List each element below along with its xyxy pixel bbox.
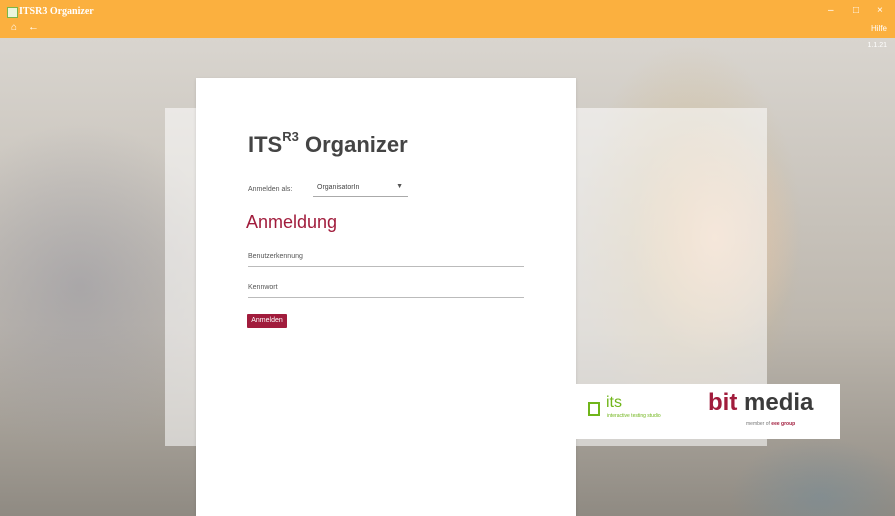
its-logo-tagline: interactive testing studio [607, 413, 661, 419]
chevron-down-icon: ▼ [396, 183, 403, 190]
brand-sup: R3 [282, 129, 299, 144]
bitmedia-member-text: member of [746, 421, 770, 427]
title-bar: ITSR3 Organizer ⌂ ← – □ × Hilfe [0, 0, 895, 38]
brand-rest: Organizer [304, 132, 408, 157]
its-logo-text: its [606, 394, 622, 411]
brand-title: ITSR3 Organizer [248, 129, 408, 158]
bitmedia-logo-media: media [744, 389, 814, 416]
bitmedia-group-text: eee group [771, 421, 796, 427]
app-icon [7, 7, 18, 18]
section-title: Anmeldung [246, 212, 338, 232]
bitmedia-logo-bit: bit [708, 389, 738, 416]
help-link[interactable]: Hilfe [871, 24, 887, 33]
login-button[interactable]: Anmelden [247, 314, 287, 328]
main-area: 1.1.21 ITSR3 Organizer Anmelden als: Org… [0, 38, 895, 516]
username-input[interactable]: Benutzerkennung [248, 250, 524, 267]
bitmedia-member-line: member of eee group [746, 421, 795, 427]
brand-main: ITS [248, 132, 283, 157]
bitmedia-logo: bit media [708, 389, 813, 417]
role-select[interactable]: OrganisatorIn ▼ [313, 180, 408, 197]
password-input[interactable]: Kennwort [248, 281, 524, 298]
close-button[interactable]: × [877, 5, 883, 16]
maximize-button[interactable]: □ [853, 5, 859, 16]
minimize-button[interactable]: – [828, 5, 834, 16]
window-title: ITSR3 Organizer [19, 6, 94, 17]
back-icon[interactable]: ← [28, 21, 39, 33]
partner-logos: its interactive testing studio bit media… [576, 384, 840, 439]
version-label: 1.1.21 [867, 42, 887, 49]
role-select-value: OrganisatorIn [317, 184, 360, 191]
login-as-label: Anmelden als: [248, 186, 293, 193]
its-logo-icon [588, 402, 600, 416]
login-card: ITSR3 Organizer Anmelden als: Organisato… [196, 78, 576, 516]
home-icon[interactable]: ⌂ [11, 22, 17, 33]
